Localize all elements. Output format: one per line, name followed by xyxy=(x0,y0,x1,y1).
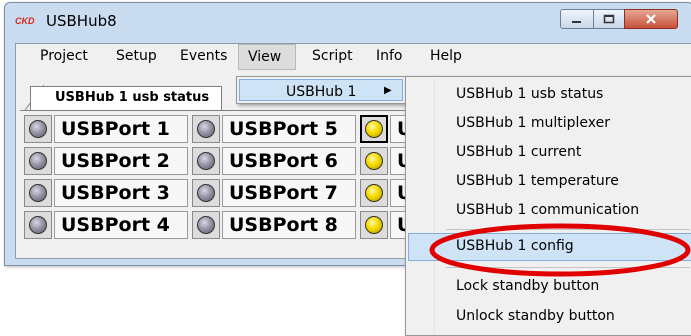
led-box xyxy=(24,179,52,207)
flyout-item-label: Unlock standby button xyxy=(456,308,615,324)
flyout-item-label: USBHub 1 usb status xyxy=(456,86,604,102)
led-box xyxy=(360,147,388,175)
minimize-icon xyxy=(572,21,581,23)
port-label: USBPort 2 xyxy=(54,147,188,175)
flyout-item-usb-status[interactable]: USBHub 1 usb status xyxy=(408,81,691,109)
submenu-arrow-icon: ▶ xyxy=(384,85,392,96)
menu-events[interactable]: Events xyxy=(172,44,235,70)
flyout-item-communication[interactable]: USBHub 1 communication xyxy=(408,197,691,225)
led-box xyxy=(360,115,388,143)
flyout-item-label: USBHub 1 communication xyxy=(456,202,640,218)
flyout-item-lock-standby[interactable]: Lock standby button xyxy=(408,273,691,301)
led-box xyxy=(192,179,220,207)
led-box xyxy=(360,211,388,239)
port-item: USBPort 1 xyxy=(24,115,188,145)
menu-bar: Project Setup Events View Script Info He… xyxy=(16,44,691,70)
port-label: USBPort 8 xyxy=(222,211,356,239)
flyout-item-label: USBHub 1 current xyxy=(456,144,582,160)
status-led-icon xyxy=(197,120,215,138)
tab-usb-status[interactable]: USBHub 1 usb status xyxy=(30,86,222,110)
menu-project[interactable]: Project xyxy=(32,44,96,70)
view-menu-item-usbhub1[interactable]: USBHub 1 ▶ xyxy=(239,79,403,101)
view-menu-item-label: USBHub 1 xyxy=(286,84,357,100)
port-label: USBPort 3 xyxy=(54,179,188,207)
port-label: USBPort 7 xyxy=(222,179,356,207)
menu-separator xyxy=(446,267,690,268)
port-label: USBPort 6 xyxy=(222,147,356,175)
flyout-item-label: USBHub 1 temperature xyxy=(456,173,619,189)
status-led-icon xyxy=(197,184,215,202)
port-label: USBPort 1 xyxy=(54,115,188,143)
flyout-item-config[interactable]: USBHub 1 config xyxy=(408,233,691,261)
maximize-icon xyxy=(603,14,615,24)
flyout-item-label: USBHub 1 multiplexer xyxy=(456,115,610,131)
usbhub1-flyout-menu: USBHub 1 usb status USBHub 1 multiplexer… xyxy=(405,76,691,336)
led-box xyxy=(24,147,52,175)
led-box xyxy=(192,115,220,143)
port-item: USBPort 6 xyxy=(192,147,356,177)
led-box xyxy=(24,115,52,143)
minimize-button[interactable] xyxy=(560,9,594,29)
close-button[interactable] xyxy=(624,9,678,29)
title-bar[interactable]: CKD USBHub8 xyxy=(5,3,691,39)
flyout-item-current[interactable]: USBHub 1 current xyxy=(408,139,691,167)
view-menu-dropdown: USBHub 1 ▶ xyxy=(236,76,406,104)
status-led-icon xyxy=(29,120,47,138)
port-label: USBPort 4 xyxy=(54,211,188,239)
status-led-icon xyxy=(365,120,383,138)
status-led-icon xyxy=(365,216,383,234)
port-item: USBPort 8 xyxy=(192,211,356,241)
flyout-item-unlock-standby[interactable]: Unlock standby button xyxy=(408,303,691,331)
menu-separator xyxy=(446,229,690,230)
port-label: USBPort 5 xyxy=(222,115,356,143)
menu-script[interactable]: Script xyxy=(304,44,361,70)
flyout-item-label: USBHub 1 config xyxy=(456,238,574,254)
led-box xyxy=(192,211,220,239)
tab-label: USBHub 1 usb status xyxy=(55,90,210,105)
port-item: USBPort 2 xyxy=(24,147,188,177)
status-led-icon xyxy=(29,152,47,170)
port-item: USBPort 3 xyxy=(24,179,188,209)
flyout-item-multiplexer[interactable]: USBHub 1 multiplexer xyxy=(408,110,691,138)
status-led-icon xyxy=(365,152,383,170)
status-led-icon xyxy=(197,216,215,234)
status-led-icon xyxy=(197,152,215,170)
close-icon xyxy=(646,14,656,24)
port-item: USBPort 7 xyxy=(192,179,356,209)
led-box xyxy=(192,147,220,175)
status-led-icon xyxy=(365,184,383,202)
app-logo-icon: CKD xyxy=(15,16,35,25)
menu-info[interactable]: Info xyxy=(368,44,411,70)
led-box xyxy=(24,211,52,239)
status-led-icon xyxy=(29,216,47,234)
led-box xyxy=(360,179,388,207)
menu-help[interactable]: Help xyxy=(422,44,470,70)
status-led-icon xyxy=(29,184,47,202)
menu-setup[interactable]: Setup xyxy=(108,44,165,70)
svg-text:CKD: CKD xyxy=(15,16,35,25)
port-item: USBPort 4 xyxy=(24,211,188,241)
flyout-item-temperature[interactable]: USBHub 1 temperature xyxy=(408,168,691,196)
flyout-item-label: Lock standby button xyxy=(456,278,600,294)
port-item: USBPort 5 xyxy=(192,115,356,145)
maximize-button[interactable] xyxy=(593,9,625,29)
window-title: USBHub8 xyxy=(46,12,117,30)
menu-view[interactable]: View xyxy=(238,44,296,70)
